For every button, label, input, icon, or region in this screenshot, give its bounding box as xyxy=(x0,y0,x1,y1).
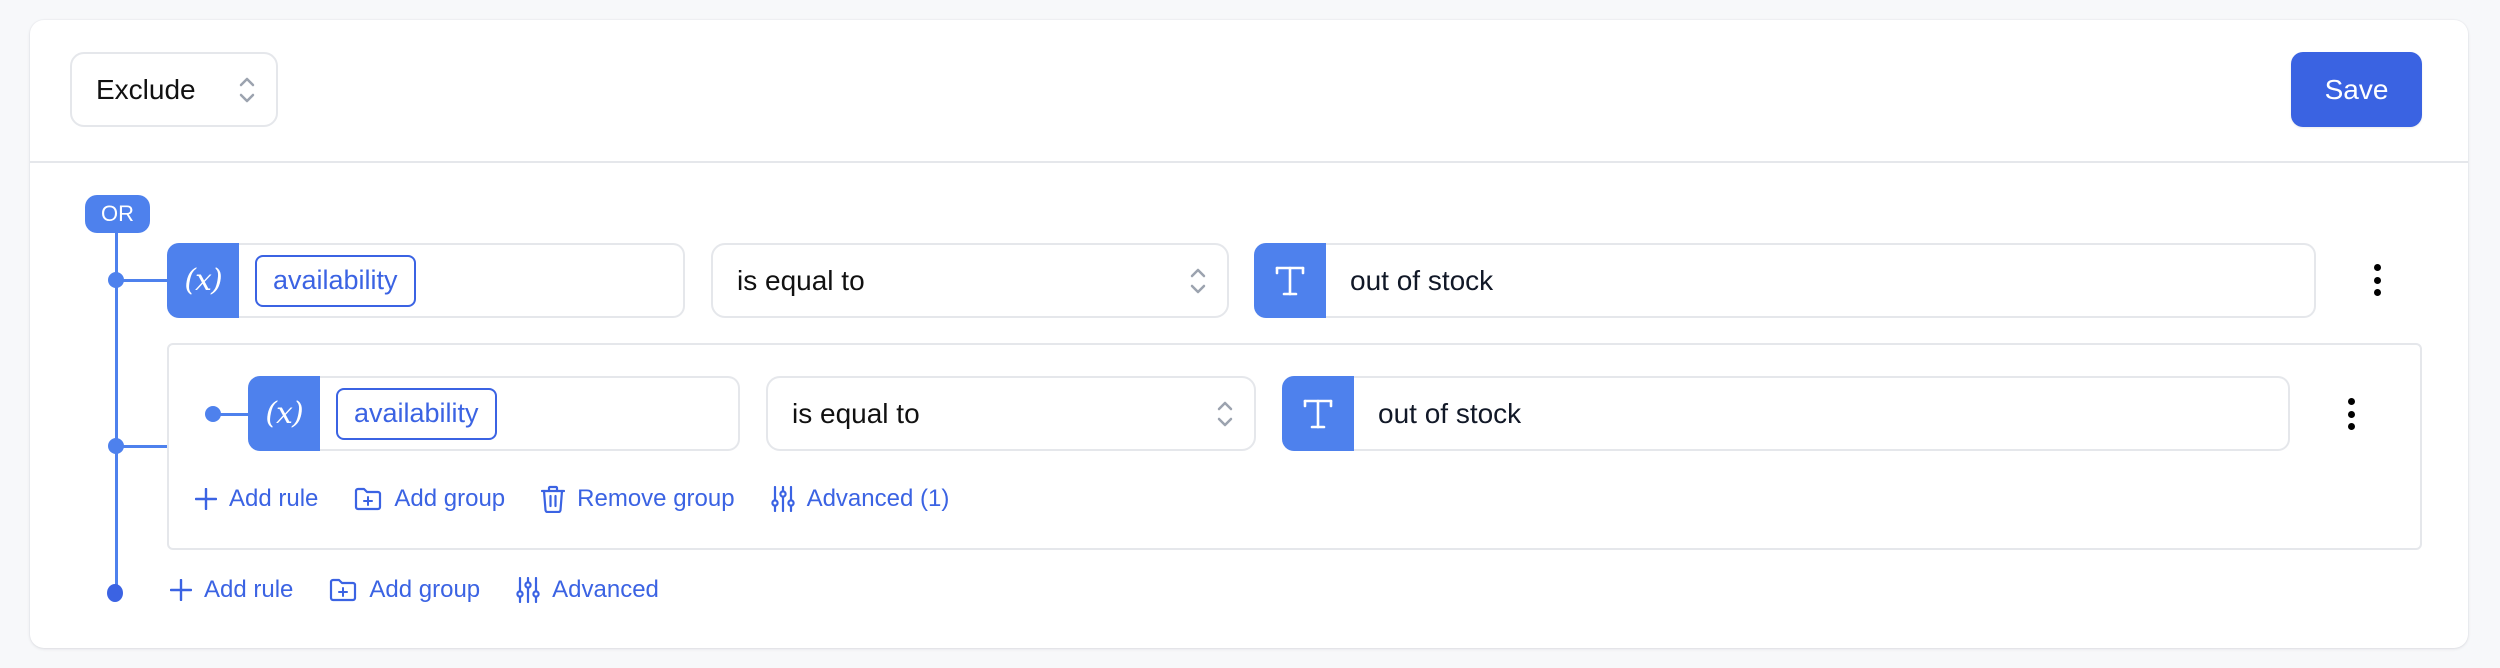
operator-select-value: is equal to xyxy=(737,264,865,296)
operator-select[interactable]: is equal to xyxy=(711,243,1229,318)
add-rule-button[interactable]: Add rule xyxy=(195,485,318,513)
kebab-dot xyxy=(2347,398,2355,405)
operator-select[interactable]: is equal to xyxy=(766,376,1256,451)
chevron-up-down-icon xyxy=(239,77,255,102)
save-button[interactable]: Save xyxy=(2291,52,2422,127)
text-type-icon xyxy=(1282,376,1354,451)
value-text: out of stock xyxy=(1350,264,1494,296)
folder-plus-icon xyxy=(330,578,357,602)
folder-plus-icon xyxy=(355,487,382,511)
tree-branch-line xyxy=(116,445,168,448)
group-actions: Add rule Add group Remove group Advanced… xyxy=(195,485,985,513)
sliders-icon xyxy=(770,486,795,512)
value-text: out of stock xyxy=(1378,397,1522,429)
trash-icon xyxy=(541,485,566,513)
plus-icon xyxy=(170,579,192,601)
tree-branch-line xyxy=(116,279,168,282)
tree-end-dot xyxy=(107,584,123,602)
tree-branch-line xyxy=(212,413,249,416)
chevron-up-down-icon xyxy=(1190,268,1206,293)
field-selector[interactable]: (x) availability xyxy=(167,243,685,318)
field-selector[interactable]: (x) availability xyxy=(248,376,740,451)
field-chip[interactable]: availability xyxy=(255,254,416,307)
query-builder-card xyxy=(30,20,2468,648)
plus-icon xyxy=(195,488,217,510)
kebab-dot xyxy=(2347,410,2355,418)
header-divider xyxy=(30,161,2468,163)
remove-group-button[interactable]: Remove group xyxy=(541,485,735,513)
mode-select[interactable]: Exclude xyxy=(70,52,278,127)
advanced-button[interactable]: Advanced (1) xyxy=(770,485,949,513)
add-group-button[interactable]: Add group xyxy=(329,576,480,604)
kebab-dot xyxy=(2373,276,2381,284)
advanced-button[interactable]: Advanced xyxy=(516,576,659,604)
text-type-icon xyxy=(1254,243,1326,318)
rule-menu-button[interactable] xyxy=(2367,260,2387,300)
variable-icon: (x) xyxy=(167,243,239,318)
chevron-up-down-icon xyxy=(1217,401,1233,426)
value-input[interactable]: out of stock xyxy=(1282,376,2290,451)
add-group-button[interactable]: Add group xyxy=(354,485,505,513)
root-actions: Add rule Add group Advanced xyxy=(170,576,695,604)
kebab-dot xyxy=(2347,423,2355,430)
add-rule-button[interactable]: Add rule xyxy=(170,576,293,604)
field-chip[interactable]: availability xyxy=(336,387,497,440)
rule-menu-button[interactable] xyxy=(2341,394,2361,434)
operator-select-value: is equal to xyxy=(792,397,920,429)
sliders-icon xyxy=(516,577,540,603)
variable-icon: (x) xyxy=(248,376,320,451)
kebab-dot xyxy=(2373,264,2381,271)
combinator-badge[interactable]: OR xyxy=(85,195,150,233)
value-input[interactable]: out of stock xyxy=(1254,243,2316,318)
mode-select-value: Exclude xyxy=(96,73,196,105)
kebab-dot xyxy=(2373,289,2381,296)
